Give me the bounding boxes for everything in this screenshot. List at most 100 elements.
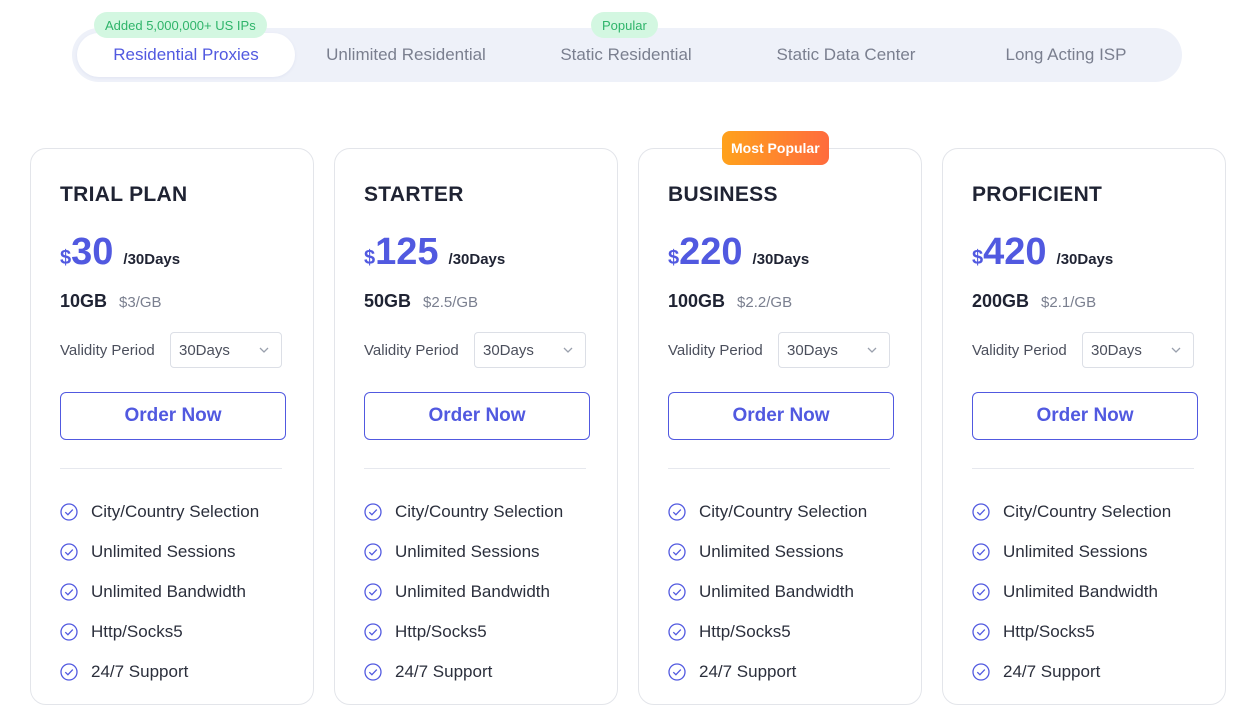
plan-card-proficient: PROFICIENT $ 420 /30Days 200GB $2.1/GB V…	[942, 148, 1226, 705]
feature-item: Unlimited Bandwidth	[972, 572, 1171, 612]
validity-select[interactable]: 30Days	[170, 332, 282, 368]
feature-label: Unlimited Bandwidth	[395, 582, 550, 601]
divider	[60, 468, 282, 469]
chevron-down-icon	[1171, 347, 1181, 353]
price: $ 125 /30Days	[364, 231, 505, 274]
validity-label: Validity Period	[972, 342, 1067, 359]
feature-item: 24/7 Support	[364, 652, 563, 692]
new-ips-badge: Added 5,000,000+ US IPs	[94, 12, 267, 38]
feature-label: 24/7 Support	[395, 662, 493, 681]
feature-label: Http/Socks5	[91, 622, 183, 641]
feature-item: Unlimited Sessions	[364, 532, 563, 572]
feature-item: City/Country Selection	[60, 492, 259, 532]
check-circle-icon	[60, 503, 78, 521]
check-circle-icon	[364, 543, 382, 561]
validity-value: 30Days	[483, 341, 534, 359]
tab-long-acting-isp[interactable]: Long Acting ISP	[957, 33, 1175, 77]
data-allowance: 10GB $3/GB	[60, 291, 162, 312]
divider	[668, 468, 890, 469]
feature-item: 24/7 Support	[972, 652, 1171, 692]
price-period: /30Days	[123, 251, 181, 268]
currency-symbol: $	[364, 247, 376, 269]
feature-list: City/Country Selection Unlimited Session…	[364, 492, 563, 692]
validity-select[interactable]: 30Days	[1082, 332, 1194, 368]
currency-symbol: $	[972, 247, 984, 269]
order-now-button[interactable]: Order Now	[668, 392, 894, 440]
price: $ 30 /30Days	[60, 231, 180, 274]
tab-static-residential[interactable]: Static Residential	[517, 33, 735, 77]
feature-label: City/Country Selection	[699, 502, 868, 521]
feature-item: Unlimited Bandwidth	[364, 572, 563, 612]
data-allowance: 100GB $2.2/GB	[668, 291, 792, 312]
price: $ 220 /30Days	[668, 231, 809, 274]
validity-label: Validity Period	[60, 342, 155, 359]
divider	[972, 468, 1194, 469]
check-circle-icon	[972, 663, 990, 681]
data-allowance: 200GB $2.1/GB	[972, 291, 1096, 312]
price-period: /30Days	[752, 251, 810, 268]
chevron-down-icon	[563, 347, 573, 353]
feature-item: City/Country Selection	[668, 492, 867, 532]
price-period: /30Days	[1056, 251, 1114, 268]
feature-item: Unlimited Sessions	[668, 532, 867, 572]
feature-label: Unlimited Sessions	[91, 542, 236, 561]
check-circle-icon	[972, 543, 990, 561]
feature-label: Unlimited Sessions	[395, 542, 540, 561]
check-circle-icon	[972, 503, 990, 521]
per-gb-price: $2.2/GB	[737, 294, 793, 311]
per-gb-price: $2.1/GB	[1041, 294, 1097, 311]
validity-label: Validity Period	[364, 342, 459, 359]
price-value: 125	[375, 231, 439, 273]
feature-label: City/Country Selection	[1003, 502, 1172, 521]
feature-label: Unlimited Bandwidth	[1003, 582, 1158, 601]
price-value: 420	[983, 231, 1047, 273]
check-circle-icon	[60, 583, 78, 601]
feature-label: Unlimited Bandwidth	[699, 582, 854, 601]
data-amount: 100GB	[668, 291, 726, 311]
plan-card-business: Most Popular BUSINESS $ 220 /30Days 100G…	[638, 131, 922, 705]
check-circle-icon	[60, 663, 78, 681]
check-circle-icon	[668, 583, 686, 601]
most-popular-badge: Most Popular	[722, 131, 829, 165]
check-circle-icon	[668, 663, 686, 681]
check-circle-icon	[668, 623, 686, 641]
feature-item: 24/7 Support	[668, 652, 867, 692]
validity-select[interactable]: 30Days	[474, 332, 586, 368]
order-now-button[interactable]: Order Now	[364, 392, 590, 440]
feature-item: Http/Socks5	[364, 612, 563, 652]
feature-label: City/Country Selection	[91, 502, 260, 521]
divider	[364, 468, 586, 469]
plan-name: BUSINESS	[668, 183, 778, 206]
chevron-down-icon	[867, 347, 877, 353]
tab-static-data-center[interactable]: Static Data Center	[737, 33, 955, 77]
feature-item: City/Country Selection	[972, 492, 1171, 532]
tab-residential-proxies[interactable]: Residential Proxies	[77, 33, 295, 77]
validity-select[interactable]: 30Days	[778, 332, 890, 368]
validity-value: 30Days	[1091, 341, 1142, 359]
feature-list: City/Country Selection Unlimited Session…	[668, 492, 867, 692]
price: $ 420 /30Days	[972, 231, 1113, 274]
feature-item: Unlimited Sessions	[60, 532, 259, 572]
price-value: 30	[71, 231, 114, 273]
order-now-button[interactable]: Order Now	[972, 392, 1198, 440]
check-circle-icon	[364, 623, 382, 641]
plan-name: PROFICIENT	[972, 183, 1103, 206]
feature-label: 24/7 Support	[91, 662, 189, 681]
data-allowance: 50GB $2.5/GB	[364, 291, 478, 312]
feature-list: City/Country Selection Unlimited Session…	[972, 492, 1171, 692]
feature-label: Http/Socks5	[1003, 622, 1095, 641]
feature-label: Http/Socks5	[699, 622, 791, 641]
validity-value: 30Days	[787, 341, 838, 359]
chevron-down-icon	[259, 347, 269, 353]
currency-symbol: $	[60, 247, 72, 269]
price-value: 220	[679, 231, 743, 273]
check-circle-icon	[364, 583, 382, 601]
plan-name: TRIAL PLAN	[60, 183, 188, 206]
feature-item: Http/Socks5	[60, 612, 259, 652]
tab-unlimited-residential[interactable]: Unlimited Residential	[297, 33, 515, 77]
validity-label: Validity Period	[668, 342, 763, 359]
order-now-button[interactable]: Order Now	[60, 392, 286, 440]
feature-list: City/Country Selection Unlimited Session…	[60, 492, 259, 692]
feature-label: Unlimited Sessions	[1003, 542, 1148, 561]
feature-label: City/Country Selection	[395, 502, 564, 521]
